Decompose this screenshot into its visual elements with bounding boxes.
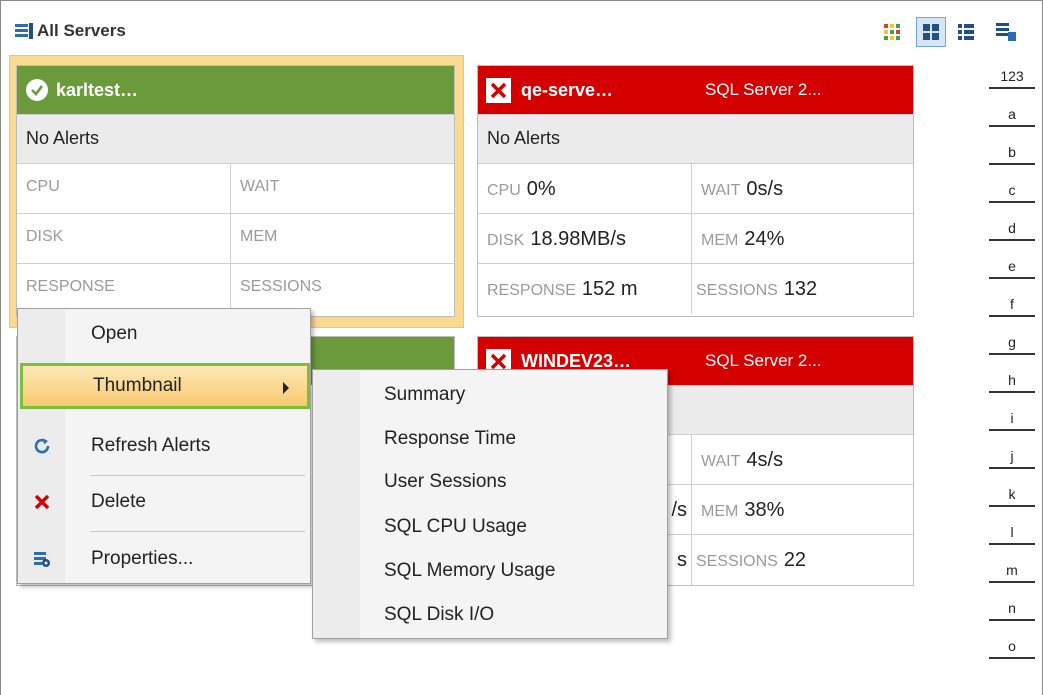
menu-item-properties[interactable]: Properties... <box>18 536 310 582</box>
submenu-item-summary[interactable]: Summary <box>384 384 465 406</box>
alpha-index-l[interactable]: l <box>989 521 1035 545</box>
properties-icon <box>32 549 52 569</box>
servers-icon <box>15 23 33 39</box>
heatmap-icon <box>884 24 900 40</box>
metric-wait: WAIT 4s/s <box>692 435 913 485</box>
metric-wait: WAIT 0s/s <box>692 164 913 214</box>
metric-mem: MEM 24% <box>692 214 913 264</box>
metric-disk: DISK 18.98MB/s <box>478 214 692 264</box>
submenu-item-sql-cpu-usage[interactable]: SQL CPU Usage <box>384 516 527 538</box>
server-name: qe-serve… <box>521 79 614 100</box>
metric-disk: DISK <box>17 214 231 264</box>
thumbnail-grid-icon <box>923 24 939 40</box>
error-x-icon <box>486 77 511 103</box>
list-view-button[interactable] <box>951 17 981 47</box>
server-version: SQL Server 2... <box>705 80 822 99</box>
alpha-index-o[interactable]: o <box>989 635 1035 659</box>
metric-sessions: SESSIONS <box>240 278 322 295</box>
alpha-index-n[interactable]: n <box>989 597 1035 621</box>
submenu-item-user-sessions[interactable]: User Sessions <box>384 471 507 493</box>
alpha-index-m[interactable]: m <box>989 559 1035 583</box>
menu-separator <box>90 531 305 532</box>
alpha-index-g[interactable]: g <box>989 331 1035 355</box>
metric-sessions: SESSIONS 132 <box>696 278 818 300</box>
alpha-index-a[interactable]: a <box>989 103 1035 127</box>
metric-mem: MEM 38% <box>692 485 913 535</box>
all-servers-window: All Servers karltest… No Alerts CPU WAIT… <box>0 0 1043 695</box>
thumbnail-submenu: Summary Response Time User Sessions SQL … <box>312 369 668 639</box>
server-version: SQL Server 2... <box>705 351 822 370</box>
metric-wait: WAIT <box>231 164 454 214</box>
alpha-index-j[interactable]: j <box>989 445 1035 469</box>
delete-x-icon <box>32 492 52 512</box>
list-icon <box>958 24 974 40</box>
refresh-icon <box>32 436 52 456</box>
menu-item-thumbnail[interactable]: Thumbnail <box>20 363 310 409</box>
alerts-status: No Alerts <box>17 114 454 164</box>
alpha-index-k[interactable]: k <box>989 483 1035 507</box>
alpha-index-d[interactable]: d <box>989 217 1035 241</box>
alpha-index-i[interactable]: i <box>989 407 1035 431</box>
metric-response: RESPONSE 152 m <box>478 264 692 314</box>
page-title: All Servers <box>37 21 126 40</box>
submenu-item-sql-memory-usage[interactable]: SQL Memory Usage <box>384 560 555 582</box>
alpha-index-b[interactable]: b <box>989 141 1035 165</box>
heatmap-view-button[interactable] <box>877 17 907 47</box>
submenu-arrow-icon <box>283 382 289 394</box>
server-name: karltest… <box>56 79 139 100</box>
menu-item-open[interactable]: Open <box>18 311 310 357</box>
server-list-view-button[interactable] <box>991 17 1021 47</box>
metric-response: RESPONSE <box>17 264 231 314</box>
alpha-index-h[interactable]: h <box>989 369 1035 393</box>
alpha-index-f[interactable]: f <box>989 293 1035 317</box>
thumbnail-view-button[interactable] <box>916 17 946 47</box>
server-stack-icon <box>996 23 1016 41</box>
alpha-index-e[interactable]: e <box>989 255 1035 279</box>
alerts-status: No Alerts <box>478 114 913 164</box>
metric-cpu: CPU <box>17 164 231 214</box>
card-header: karltest… <box>17 66 454 114</box>
context-menu: Open Thumbnail Refresh Alerts Delete Pro… <box>17 308 311 584</box>
menu-item-refresh-alerts[interactable]: Refresh Alerts <box>18 423 310 469</box>
menu-gutter <box>313 370 360 638</box>
alpha-index-c[interactable]: c <box>989 179 1035 203</box>
menu-item-delete[interactable]: Delete <box>18 479 310 525</box>
server-card-karltest[interactable]: karltest… No Alerts CPU WAIT DISK MEM RE… <box>16 65 455 317</box>
header: All Servers <box>1 1 1042 53</box>
card-header: qe-serve… SQL Server 2... <box>478 66 913 114</box>
menu-separator <box>90 475 305 476</box>
checkmark-icon <box>26 79 48 101</box>
metric-sessions: SESSIONS 22 <box>696 549 807 571</box>
metric-cpu: CPU 0% <box>478 164 692 214</box>
metric-mem: MEM <box>231 214 454 264</box>
alpha-index-123[interactable]: 123 <box>989 65 1035 89</box>
submenu-item-response-time[interactable]: Response Time <box>384 428 516 450</box>
server-card-qe-server[interactable]: qe-serve… SQL Server 2... No Alerts CPU 0… <box>477 65 914 317</box>
submenu-item-sql-disk-io[interactable]: SQL Disk I/O <box>384 604 494 626</box>
